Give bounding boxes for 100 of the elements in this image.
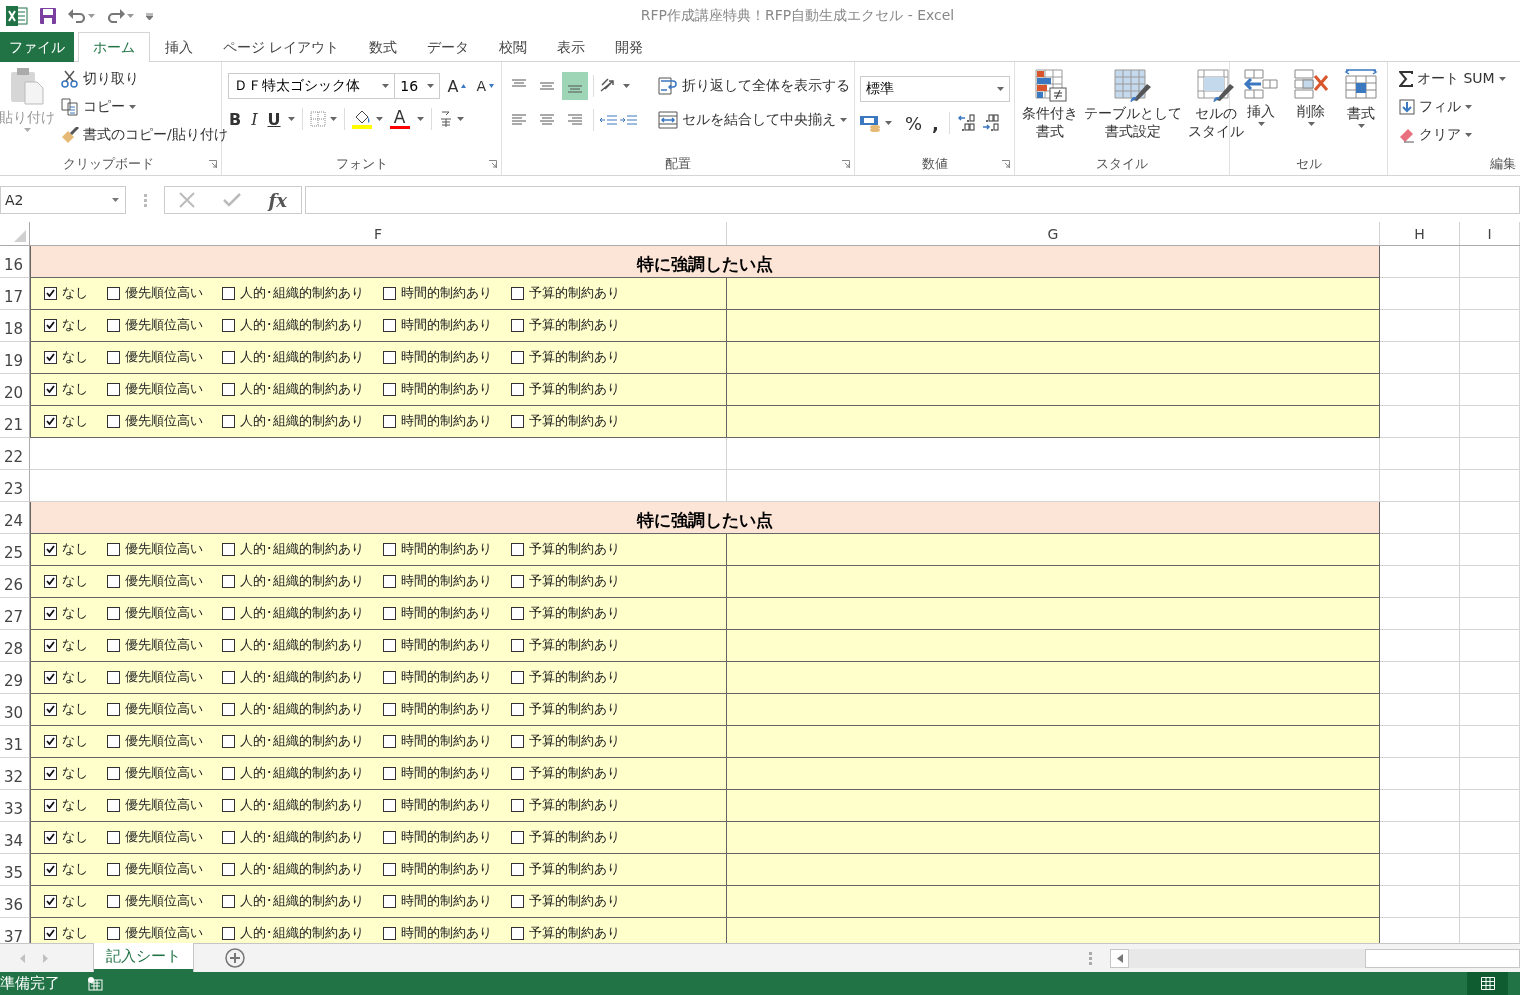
checkbox[interactable] [383, 350, 396, 364]
checkbox[interactable] [44, 318, 57, 332]
row-header[interactable]: 32 [0, 758, 30, 790]
style-button[interactable]: セルの スタイル [1185, 66, 1247, 153]
checkbox[interactable] [107, 766, 120, 780]
checkbox[interactable] [222, 702, 235, 716]
undo-icon[interactable] [68, 9, 86, 23]
checkbox[interactable] [511, 766, 524, 780]
table-cell[interactable]: なし 優先順位高い 人的･組織的制約あり 時間的制約あり 予算的制約あり [30, 694, 727, 726]
row-header[interactable]: 19 [0, 342, 30, 374]
checkbox[interactable] [222, 798, 235, 812]
row-header[interactable]: 27 [0, 598, 30, 630]
clear-button[interactable]: クリア [1396, 122, 1509, 148]
table-cell[interactable]: なし 優先順位高い 人的･組織的制約あり 時間的制約あり 予算的制約あり [30, 726, 727, 758]
checkbox[interactable] [383, 702, 396, 716]
comma-button[interactable]: , [929, 110, 942, 136]
checkbox[interactable] [107, 894, 120, 908]
checkbox[interactable] [383, 318, 396, 332]
dialog-launcher-icon[interactable] [209, 160, 217, 168]
checkbox[interactable] [222, 382, 235, 396]
row-header[interactable]: 36 [0, 886, 30, 918]
increase-decimal-icon[interactable] [956, 113, 977, 133]
checkbox[interactable] [383, 542, 396, 556]
shrink-font-button[interactable]: A [473, 73, 497, 99]
wrap-text-button[interactable]: 折り返して全体を表示する [655, 72, 853, 100]
checkbox[interactable] [511, 926, 524, 940]
ribbon-tab[interactable]: 表示 [542, 32, 601, 62]
style-button[interactable]: 条件付き 書式 [1019, 66, 1081, 153]
scroll-left-icon[interactable] [1116, 953, 1123, 963]
table-cell[interactable]: なし 優先順位高い 人的･組織的制約あり 時間的制約あり 予算的制約あり [30, 342, 727, 374]
ribbon-tab[interactable]: データ [412, 32, 485, 62]
checkbox[interactable] [511, 382, 524, 396]
table-cell[interactable]: なし 優先順位高い 人的･組織的制約あり 時間的制約あり 予算的制約あり [30, 630, 727, 662]
checkbox[interactable] [222, 926, 235, 940]
ribbon-tab[interactable]: ホーム [78, 32, 150, 62]
checkbox[interactable] [44, 798, 57, 812]
table-cell[interactable]: なし 優先順位高い 人的･組織的制約あり 時間的制約あり 予算的制約あり [30, 406, 727, 438]
checkbox[interactable] [107, 414, 120, 428]
checkbox[interactable] [383, 286, 396, 300]
currency-icon[interactable] [859, 114, 881, 132]
checkbox[interactable] [222, 638, 235, 652]
font-name-dropdown[interactable]: ＤＦ特太ゴシック体 [228, 73, 396, 99]
row-header[interactable]: 31 [0, 726, 30, 758]
checkbox[interactable] [44, 574, 57, 588]
table-cell[interactable]: なし 優先順位高い 人的･組織的制約あり 時間的制約あり 予算的制約あり [30, 758, 727, 790]
font-size-dropdown[interactable]: 16 [394, 73, 441, 99]
checkbox[interactable] [44, 670, 57, 684]
row-header[interactable]: 28 [0, 630, 30, 662]
row-header[interactable]: 35 [0, 854, 30, 886]
checkbox[interactable] [383, 670, 396, 684]
dialog-launcher-icon[interactable] [1002, 160, 1010, 168]
checkbox[interactable] [107, 382, 120, 396]
row-header[interactable]: 20 [0, 374, 30, 406]
row-header[interactable]: 33 [0, 790, 30, 822]
checkbox[interactable] [383, 414, 396, 428]
checkbox[interactable] [222, 574, 235, 588]
table-cell[interactable]: なし 優先順位高い 人的･組織的制約あり 時間的制約あり 予算的制約あり [30, 918, 727, 943]
underline-button[interactable]: U [264, 106, 284, 132]
checkbox[interactable] [44, 894, 57, 908]
checkbox[interactable] [511, 286, 524, 300]
checkbox[interactable] [222, 830, 235, 844]
ribbon-tab[interactable]: 校閲 [484, 32, 543, 62]
merge-center-button[interactable]: セルを結合して中央揃え [655, 106, 853, 134]
checkbox[interactable] [107, 606, 120, 620]
checkbox[interactable] [44, 734, 57, 748]
drag-handle-icon[interactable] [1089, 951, 1092, 965]
checkbox[interactable] [511, 318, 524, 332]
sheet-tab[interactable]: 記入シート [94, 943, 193, 972]
table-cell[interactable]: なし 優先順位高い 人的･組織的制約あり 時間的制約あり 予算的制約あり [30, 598, 727, 630]
checkbox[interactable] [44, 766, 57, 780]
table-cell[interactable]: なし 優先順位高い 人的･組織的制約あり 時間的制約あり 予算的制約あり [30, 310, 727, 342]
row-header[interactable]: 30 [0, 694, 30, 726]
cut-button[interactable]: 切り取り [58, 66, 231, 92]
checkbox[interactable] [511, 702, 524, 716]
checkbox[interactable] [107, 350, 120, 364]
grow-font-button[interactable]: A [444, 73, 470, 99]
checkbox[interactable] [222, 350, 235, 364]
save-icon[interactable] [40, 8, 56, 24]
row-header[interactable]: 25 [0, 534, 30, 566]
row-header[interactable]: 21 [0, 406, 30, 438]
decrease-decimal-icon[interactable] [980, 113, 1001, 133]
checkbox[interactable] [511, 638, 524, 652]
table-cell[interactable]: なし 優先順位高い 人的･組織的制約あり 時間的制約あり 予算的制約あり [30, 534, 727, 566]
fill-color-icon[interactable] [351, 109, 372, 129]
checkbox[interactable] [44, 830, 57, 844]
checkbox[interactable] [383, 766, 396, 780]
checkbox[interactable] [511, 350, 524, 364]
checkbox[interactable] [107, 670, 120, 684]
row-header[interactable]: 29 [0, 662, 30, 694]
row-header[interactable]: 17 [0, 278, 30, 310]
italic-button[interactable]: I [248, 106, 261, 132]
column-header[interactable]: H [1380, 222, 1460, 245]
macro-record-icon[interactable] [88, 976, 103, 991]
checkbox[interactable] [511, 862, 524, 876]
checkbox[interactable] [107, 734, 120, 748]
fill-button[interactable]: フィル [1396, 94, 1509, 120]
checkbox[interactable] [511, 574, 524, 588]
checkbox[interactable] [107, 830, 120, 844]
row-header[interactable]: 24 [0, 502, 30, 534]
checkbox[interactable] [511, 670, 524, 684]
